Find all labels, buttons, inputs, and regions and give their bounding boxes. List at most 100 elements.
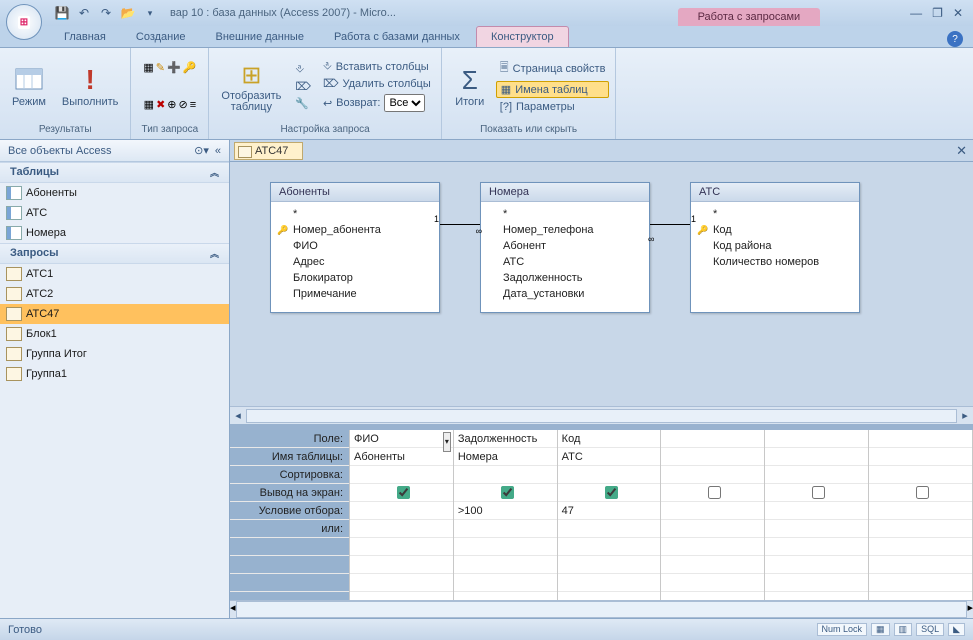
- nav-table-item[interactable]: Номера: [0, 223, 229, 243]
- document-close-icon[interactable]: ✕: [956, 143, 967, 159]
- qbe-or-cell[interactable]: [558, 520, 661, 538]
- qbe-table-cell[interactable]: [661, 448, 764, 466]
- table-box-nomera[interactable]: Номера * Номер_телефона Абонент АТС Задо…: [480, 182, 650, 313]
- qbe-scrollbar[interactable]: ◂ ▸: [230, 600, 973, 618]
- qbe-sort-cell[interactable]: [350, 466, 453, 484]
- delete-icon[interactable]: ✖: [156, 98, 165, 111]
- qbe-columns[interactable]: ФИО▾АбонентыЗадолженностьНомера>100КодАТ…: [350, 430, 973, 600]
- passthrough-icon[interactable]: ⊘: [179, 98, 188, 111]
- select-query-icon[interactable]: ▦: [143, 61, 153, 74]
- show-checkbox[interactable]: [812, 486, 825, 499]
- qbe-criteria-cell[interactable]: >100: [454, 502, 557, 520]
- view-design-icon[interactable]: ◣: [948, 623, 965, 636]
- nav-table-item[interactable]: АТС: [0, 203, 229, 223]
- nav-table-item[interactable]: Абоненты: [0, 183, 229, 203]
- make-table-icon[interactable]: ✎: [156, 61, 165, 74]
- qbe-or-cell[interactable]: [765, 520, 868, 538]
- redo-icon[interactable]: ↷: [98, 5, 114, 21]
- qbe-column[interactable]: ФИО▾Абоненты: [350, 430, 454, 600]
- field-item[interactable]: Примечание: [279, 286, 431, 302]
- qbe-column[interactable]: [765, 430, 869, 600]
- save-icon[interactable]: 💾: [54, 5, 70, 21]
- minimize-button[interactable]: —: [910, 6, 922, 20]
- union-icon[interactable]: ⊕: [167, 98, 176, 111]
- crosstab-icon[interactable]: ▦: [144, 98, 154, 111]
- undo-icon[interactable]: ↶: [76, 5, 92, 21]
- show-checkbox[interactable]: [605, 486, 618, 499]
- qbe-table-cell[interactable]: [765, 448, 868, 466]
- nav-category-tables[interactable]: Таблицы︽: [0, 162, 229, 183]
- qbe-field-cell[interactable]: ФИО▾: [350, 430, 453, 448]
- qbe-criteria-cell[interactable]: [350, 502, 453, 520]
- qbe-column[interactable]: ЗадолженностьНомера>100: [454, 430, 558, 600]
- qbe-table-cell[interactable]: Абоненты: [350, 448, 453, 466]
- field-item[interactable]: Код: [699, 222, 851, 238]
- help-icon[interactable]: ?: [947, 31, 963, 47]
- delete-rows-button[interactable]: ⌦: [291, 79, 315, 94]
- field-item[interactable]: Задолженность: [489, 270, 641, 286]
- office-button[interactable]: ⊞: [6, 4, 42, 40]
- view-datasheet-icon[interactable]: ▦: [871, 623, 890, 636]
- qbe-sort-cell[interactable]: [765, 466, 868, 484]
- scroll-right-icon[interactable]: ▸: [967, 601, 973, 618]
- qat-dropdown-icon[interactable]: ▾: [142, 5, 158, 21]
- scroll-track[interactable]: [246, 409, 957, 423]
- show-checkbox[interactable]: [916, 486, 929, 499]
- field-item[interactable]: Абонент: [489, 238, 641, 254]
- insert-rows-button[interactable]: ⎀: [291, 62, 315, 77]
- totals-button[interactable]: Σ Итоги: [448, 62, 492, 110]
- qbe-field-cell[interactable]: Код: [558, 430, 661, 448]
- table-names-button[interactable]: ▦Имена таблиц: [496, 81, 610, 98]
- nav-query-item[interactable]: АТС2: [0, 284, 229, 304]
- qbe-sort-cell[interactable]: [454, 466, 557, 484]
- field-item[interactable]: Номер_абонента: [279, 222, 431, 238]
- show-checkbox[interactable]: [708, 486, 721, 499]
- qbe-column[interactable]: [661, 430, 765, 600]
- qbe-column[interactable]: [869, 430, 973, 600]
- qbe-table-cell[interactable]: Номера: [454, 448, 557, 466]
- qbe-show-cell[interactable]: [661, 484, 764, 502]
- datadef-icon[interactable]: ≡: [190, 99, 196, 111]
- insert-columns-button[interactable]: ⎀Вставить столбцы: [319, 59, 435, 74]
- qbe-or-cell[interactable]: [350, 520, 453, 538]
- qbe-sort-cell[interactable]: [869, 466, 972, 484]
- qbe-field-cell[interactable]: [869, 430, 972, 448]
- update-icon[interactable]: 🔑: [183, 61, 197, 74]
- table-box-ats[interactable]: АТС * Код Код района Количество номеров: [690, 182, 860, 313]
- show-checkbox[interactable]: [397, 486, 410, 499]
- field-item[interactable]: Адрес: [279, 254, 431, 270]
- tab-create[interactable]: Создание: [122, 27, 200, 47]
- parameters-button[interactable]: [?]Параметры: [496, 100, 610, 114]
- qbe-criteria-cell[interactable]: [869, 502, 972, 520]
- return-select[interactable]: Все: [384, 94, 425, 112]
- view-button[interactable]: Режим: [6, 62, 52, 110]
- diagram-scrollbar[interactable]: ◂ ▸: [230, 406, 973, 424]
- scroll-right-icon[interactable]: ▸: [957, 409, 973, 422]
- run-button[interactable]: ! Выполнить: [56, 62, 124, 110]
- tab-db-tools[interactable]: Работа с базами данных: [320, 27, 474, 47]
- tab-home[interactable]: Главная: [50, 27, 120, 47]
- field-item[interactable]: ФИО: [279, 238, 431, 254]
- qbe-field-cell[interactable]: [765, 430, 868, 448]
- open-icon[interactable]: 📂: [120, 5, 136, 21]
- qbe-field-cell[interactable]: [661, 430, 764, 448]
- document-tab[interactable]: ATC47: [234, 142, 303, 160]
- view-pivot-icon[interactable]: ▥: [894, 623, 913, 636]
- field-item[interactable]: АТС: [489, 254, 641, 270]
- field-item[interactable]: Блокиратор: [279, 270, 431, 286]
- field-item[interactable]: Код района: [699, 238, 851, 254]
- qbe-table-cell[interactable]: [869, 448, 972, 466]
- nav-category-queries[interactable]: Запросы︽: [0, 243, 229, 264]
- field-star[interactable]: *: [279, 206, 431, 222]
- join-line[interactable]: 1 ∞: [650, 224, 690, 225]
- field-star[interactable]: *: [489, 206, 641, 222]
- join-line[interactable]: 1 ∞: [440, 224, 480, 225]
- qbe-or-cell[interactable]: [661, 520, 764, 538]
- restore-button[interactable]: ❐: [932, 6, 943, 20]
- qbe-sort-cell[interactable]: [661, 466, 764, 484]
- field-star[interactable]: *: [699, 206, 851, 222]
- qbe-show-cell[interactable]: [869, 484, 972, 502]
- scroll-left-icon[interactable]: ◂: [230, 409, 246, 422]
- table-box-abonenty[interactable]: Абоненты * Номер_абонента ФИО Адрес Блок…: [270, 182, 440, 313]
- qbe-or-cell[interactable]: [869, 520, 972, 538]
